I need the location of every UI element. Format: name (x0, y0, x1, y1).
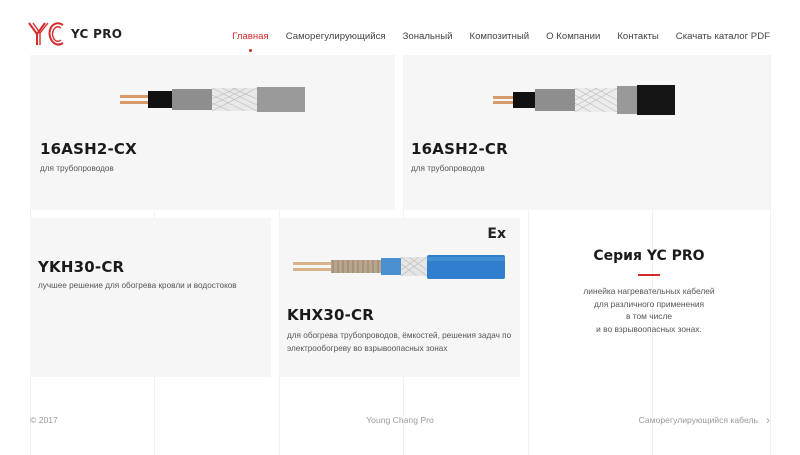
next-page-link[interactable]: Саморегулирующийся кабель › (638, 413, 770, 427)
ex-badge: Ex (487, 226, 506, 242)
chevron-right-icon: › (766, 413, 770, 427)
product-card-khx30-cr[interactable]: Ex KHX30-CR для обогрева трубопроводов, … (279, 218, 520, 377)
logo-text: YC PRO (71, 27, 123, 41)
product-card-16ash2-cx[interactable]: 16ASH2-CX для трубопроводов (30, 55, 395, 210)
logo[interactable]: YC PRO (27, 20, 122, 48)
nav-item-zonal[interactable]: Зональный (403, 31, 453, 42)
nav-item-about[interactable]: О Компании (546, 31, 600, 42)
yc-logo-icon (28, 22, 64, 46)
series-desc-line: для различного применения (593, 298, 705, 309)
product-title: 16ASH2-CX (40, 140, 137, 158)
cable-image (120, 87, 305, 112)
series-info: Серия YC PRO линейка нагревательных кабе… (528, 218, 770, 377)
product-subtitle: для трубопроводов (411, 164, 485, 173)
nav-item-download-catalog[interactable]: Скачать каталог PDF (676, 31, 770, 42)
next-page-label: Саморегулирующийся кабель (638, 415, 758, 425)
site-footer: © 2017 Young Chang Pro Саморегулирующийс… (0, 413, 800, 435)
series-desc-line: линейка нагревательных кабелей (583, 286, 715, 296)
series-desc-line: и во взрывоопасных зонах. (596, 323, 702, 334)
cable-image (493, 85, 675, 115)
nav-item-composite[interactable]: Композитный (469, 31, 529, 42)
product-title: 16ASH2-CR (411, 140, 508, 158)
product-card-16ash2-cr[interactable]: 16ASH2-CR для трубопроводов (403, 55, 770, 210)
series-desc-line: в том числе (625, 311, 673, 321)
product-subtitle: для трубопроводов (40, 164, 114, 173)
product-title: YKH30-CR (38, 258, 125, 276)
main-nav: Главная Саморегулирующийся Зональный Ком… (215, 31, 770, 52)
series-title: Серия YC PRO (593, 248, 705, 264)
nav-item-self-regulating[interactable]: Саморегулирующийся (286, 31, 386, 42)
site-header: YC PRO Главная Саморегулирующийся Зональ… (0, 0, 800, 55)
nav-item-contacts[interactable]: Контакты (617, 31, 658, 42)
product-subtitle: для обогрева трубопроводов, ёмкостей, ре… (287, 331, 512, 353)
product-title: KHX30-CR (287, 306, 375, 324)
product-card-ykh30-cr[interactable]: YKH30-CR лучшее решение для обогрева кро… (30, 218, 271, 377)
nav-item-home[interactable]: Главная (232, 31, 269, 52)
cable-image (293, 255, 505, 279)
series-description: линейка нагревательных кабелей для разли… (528, 285, 770, 335)
accent-divider (638, 274, 660, 276)
product-subtitle: лучшее решение для обогрева кровли и вод… (38, 281, 237, 290)
